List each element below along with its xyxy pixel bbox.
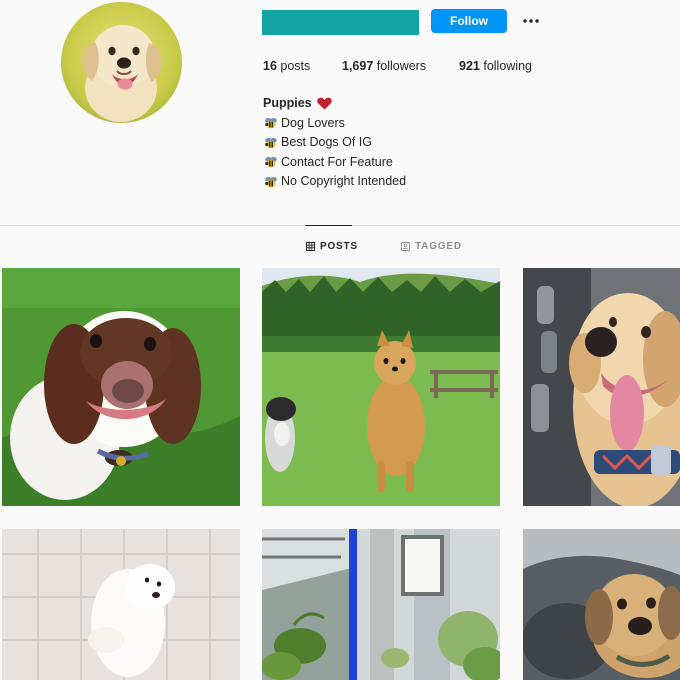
post-tile[interactable]	[262, 529, 500, 680]
pomeranian-standing-photo-icon	[262, 268, 500, 506]
post-tile[interactable]	[2, 268, 240, 506]
terrier-puppy-photo-icon	[523, 529, 680, 680]
post-tile[interactable]	[262, 268, 500, 506]
white-pomeranian-photo-icon	[2, 529, 240, 680]
springer-spaniel-photo-icon	[2, 268, 240, 506]
post-tile[interactable]	[523, 268, 680, 506]
post-tile[interactable]	[523, 529, 680, 680]
post-tile[interactable]	[2, 529, 240, 680]
golden-retriever-smile-photo-icon	[523, 268, 680, 506]
plant-room-photo-icon	[262, 529, 500, 680]
posts-grid	[0, 0, 680, 680]
